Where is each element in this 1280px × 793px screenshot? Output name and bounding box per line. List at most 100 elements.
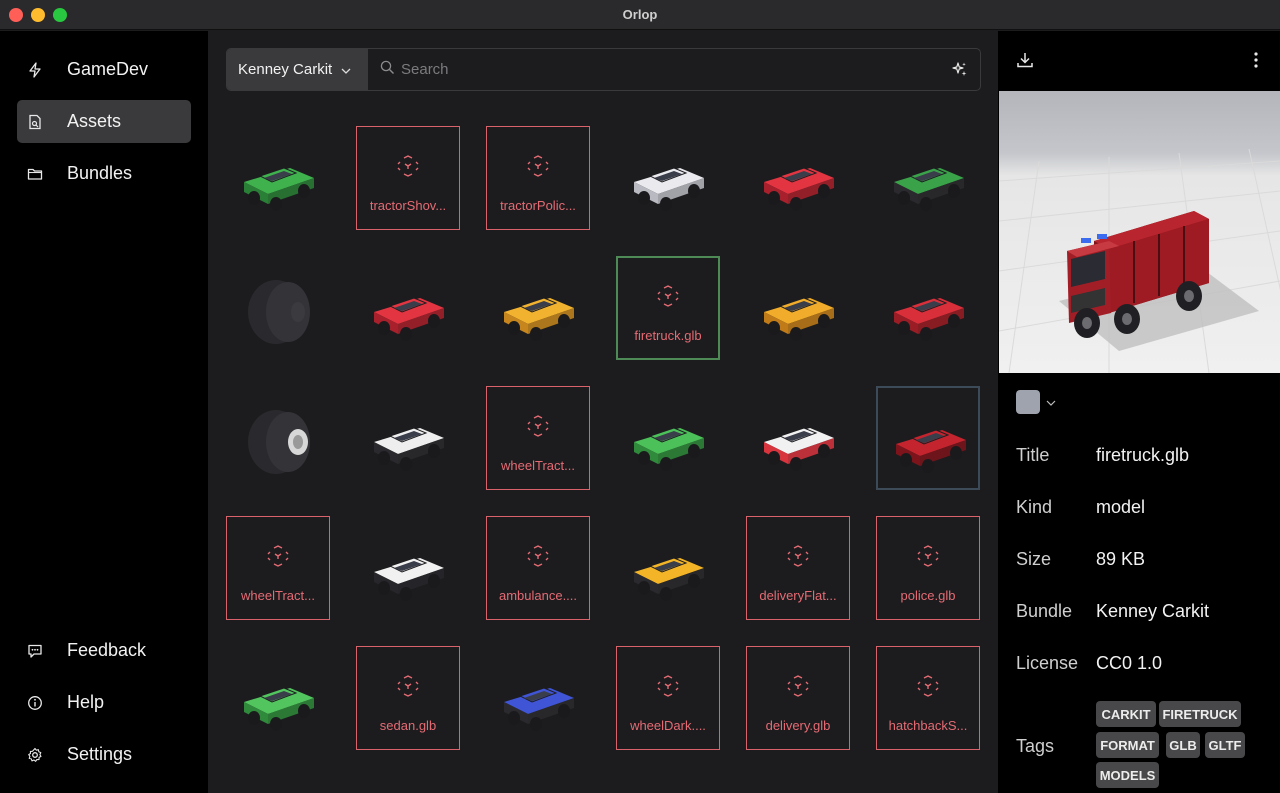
asset-tile-name: tractorPolic... xyxy=(500,198,576,213)
detail-row-bundle: Bundle Kenney Carkit xyxy=(1016,601,1209,622)
missing-preview-icon xyxy=(527,415,549,442)
missing-preview-icon xyxy=(787,545,809,572)
asset-tile-name: ambulance.... xyxy=(498,588,578,603)
asset-tile-placeholder[interactable]: wheelTract... xyxy=(486,386,590,490)
chevron-down-icon xyxy=(1046,393,1056,411)
detail-panel: Title firetruck.glb Kind model Size 89 K… xyxy=(998,31,1280,793)
detail-row-size: Size 89 KB xyxy=(1016,549,1145,570)
color-swatch-dropdown[interactable] xyxy=(1016,390,1056,414)
missing-preview-icon xyxy=(527,545,549,572)
minimize-window-button[interactable] xyxy=(31,8,45,22)
detail-value: CC0 1.0 xyxy=(1096,653,1163,673)
asset-tile-thumbnail[interactable] xyxy=(616,386,720,490)
search-bar: Kenney Carkit xyxy=(226,48,981,91)
firetruck-3d-preview xyxy=(999,148,1280,373)
tag-chip[interactable]: FIRETRUCK xyxy=(1159,701,1241,727)
asset-tile-thumbnail[interactable] xyxy=(356,256,460,360)
asset-tile-thumbnail[interactable] xyxy=(746,256,850,360)
asset-tile-thumbnail[interactable] xyxy=(486,646,590,750)
asset-tile-thumbnail[interactable] xyxy=(226,646,330,750)
sidebar-item-label: Bundles xyxy=(67,163,133,183)
asset-tile-thumbnail[interactable] xyxy=(616,126,720,230)
asset-tile-name: wheelDark.... xyxy=(630,718,706,733)
detail-key: Title xyxy=(1016,445,1050,465)
detail-row-license: License CC0 1.0 xyxy=(1016,653,1162,674)
asset-tile-thumbnail[interactable] xyxy=(226,386,330,490)
asset-tile-thumbnail[interactable] xyxy=(746,386,850,490)
search-input[interactable] xyxy=(401,61,901,78)
detail-key: Kind xyxy=(1016,497,1053,517)
asset-tile-name: police.glb xyxy=(900,588,956,603)
missing-preview-icon xyxy=(657,285,679,312)
sidebar-item-settings[interactable]: Settings xyxy=(17,733,191,776)
sidebar-item-assets[interactable]: Assets xyxy=(17,100,191,143)
asset-tile-name: tractorShov... xyxy=(369,198,447,213)
tag-chip[interactable]: GLTF xyxy=(1205,732,1245,758)
asset-tile-thumbnail[interactable] xyxy=(616,516,720,620)
asset-tile-name: delivery.glb xyxy=(765,718,831,733)
asset-tile-placeholder[interactable]: wheelDark.... xyxy=(616,646,720,750)
asset-tile-thumbnail[interactable] xyxy=(876,386,980,490)
download-icon[interactable] xyxy=(1016,51,1034,74)
asset-tile-placeholder[interactable]: tractorPolic... xyxy=(486,126,590,230)
detail-key: Size xyxy=(1016,549,1052,569)
sidebar: GameDev Assets Bundles Feedback Help Set… xyxy=(0,31,208,793)
asset-tile-placeholder[interactable]: firetruck.glb xyxy=(616,256,720,360)
detail-value: model xyxy=(1096,497,1146,517)
asset-file-icon xyxy=(27,114,43,130)
bundle-dropdown-label: Kenney Carkit xyxy=(238,61,333,78)
asset-tile-thumbnail[interactable] xyxy=(876,126,980,230)
sidebar-item-feedback[interactable]: Feedback xyxy=(17,629,191,672)
folder-icon xyxy=(27,166,43,182)
asset-tile-placeholder[interactable]: sedan.glb xyxy=(356,646,460,750)
tag-chip[interactable]: MODELS xyxy=(1096,762,1159,788)
sidebar-item-label: Assets xyxy=(67,111,122,131)
sidebar-item-gamedev[interactable]: GameDev xyxy=(17,48,191,91)
tags-label: Tags xyxy=(1016,736,1055,756)
tag-chip[interactable]: GLB xyxy=(1166,732,1200,758)
sidebar-item-label: Feedback xyxy=(67,640,147,660)
missing-preview-icon xyxy=(397,155,419,182)
asset-tile-placeholder[interactable]: deliveryFlat... xyxy=(746,516,850,620)
sidebar-item-bundles[interactable]: Bundles xyxy=(17,152,191,195)
zoom-window-button[interactable] xyxy=(53,8,67,22)
asset-tile-placeholder[interactable]: hatchbackS... xyxy=(876,646,980,750)
missing-preview-icon xyxy=(787,675,809,702)
model-preview-viewport[interactable] xyxy=(999,91,1280,373)
asset-tile-placeholder[interactable]: delivery.glb xyxy=(746,646,850,750)
asset-tile-thumbnail[interactable] xyxy=(356,386,460,490)
asset-tile-thumbnail[interactable] xyxy=(356,516,460,620)
asset-tile-thumbnail[interactable] xyxy=(876,256,980,360)
asset-tile-placeholder[interactable]: ambulance.... xyxy=(486,516,590,620)
ai-sparkle-icon[interactable] xyxy=(951,61,968,83)
asset-tile-name: wheelTract... xyxy=(241,588,315,603)
tag-chip[interactable]: FORMAT xyxy=(1096,732,1159,758)
detail-toolbar xyxy=(998,31,1280,91)
gear-icon xyxy=(27,747,43,763)
asset-tile-thumbnail[interactable] xyxy=(226,126,330,230)
asset-tile-name: sedan.glb xyxy=(379,718,437,733)
bundle-dropdown[interactable]: Kenney Carkit xyxy=(227,49,368,90)
asset-tile-placeholder[interactable]: police.glb xyxy=(876,516,980,620)
color-swatch xyxy=(1016,390,1040,414)
close-window-button[interactable] xyxy=(9,8,23,22)
chat-icon xyxy=(27,643,43,659)
more-options-icon[interactable] xyxy=(1254,52,1258,73)
asset-tile-placeholder[interactable]: tractorShov... xyxy=(356,126,460,230)
title-bar: Orlop xyxy=(0,0,1280,30)
detail-key: Bundle xyxy=(1016,601,1073,621)
missing-preview-icon xyxy=(267,545,289,572)
asset-tile-placeholder[interactable]: wheelTract... xyxy=(226,516,330,620)
detail-value: 89 KB xyxy=(1096,549,1146,569)
detail-value: firetruck.glb xyxy=(1096,445,1190,465)
asset-tile-thumbnail[interactable] xyxy=(746,126,850,230)
sidebar-item-help[interactable]: Help xyxy=(17,681,191,724)
asset-tile-name: hatchbackS... xyxy=(888,718,968,733)
asset-tile-name: wheelTract... xyxy=(501,458,575,473)
detail-key: License xyxy=(1016,653,1079,673)
asset-tile-thumbnail[interactable] xyxy=(486,256,590,360)
asset-tile-thumbnail[interactable] xyxy=(226,256,330,360)
sidebar-item-label: Help xyxy=(67,692,105,712)
asset-tile-name: deliveryFlat... xyxy=(759,588,837,603)
tag-chip[interactable]: CARKIT xyxy=(1096,701,1156,727)
